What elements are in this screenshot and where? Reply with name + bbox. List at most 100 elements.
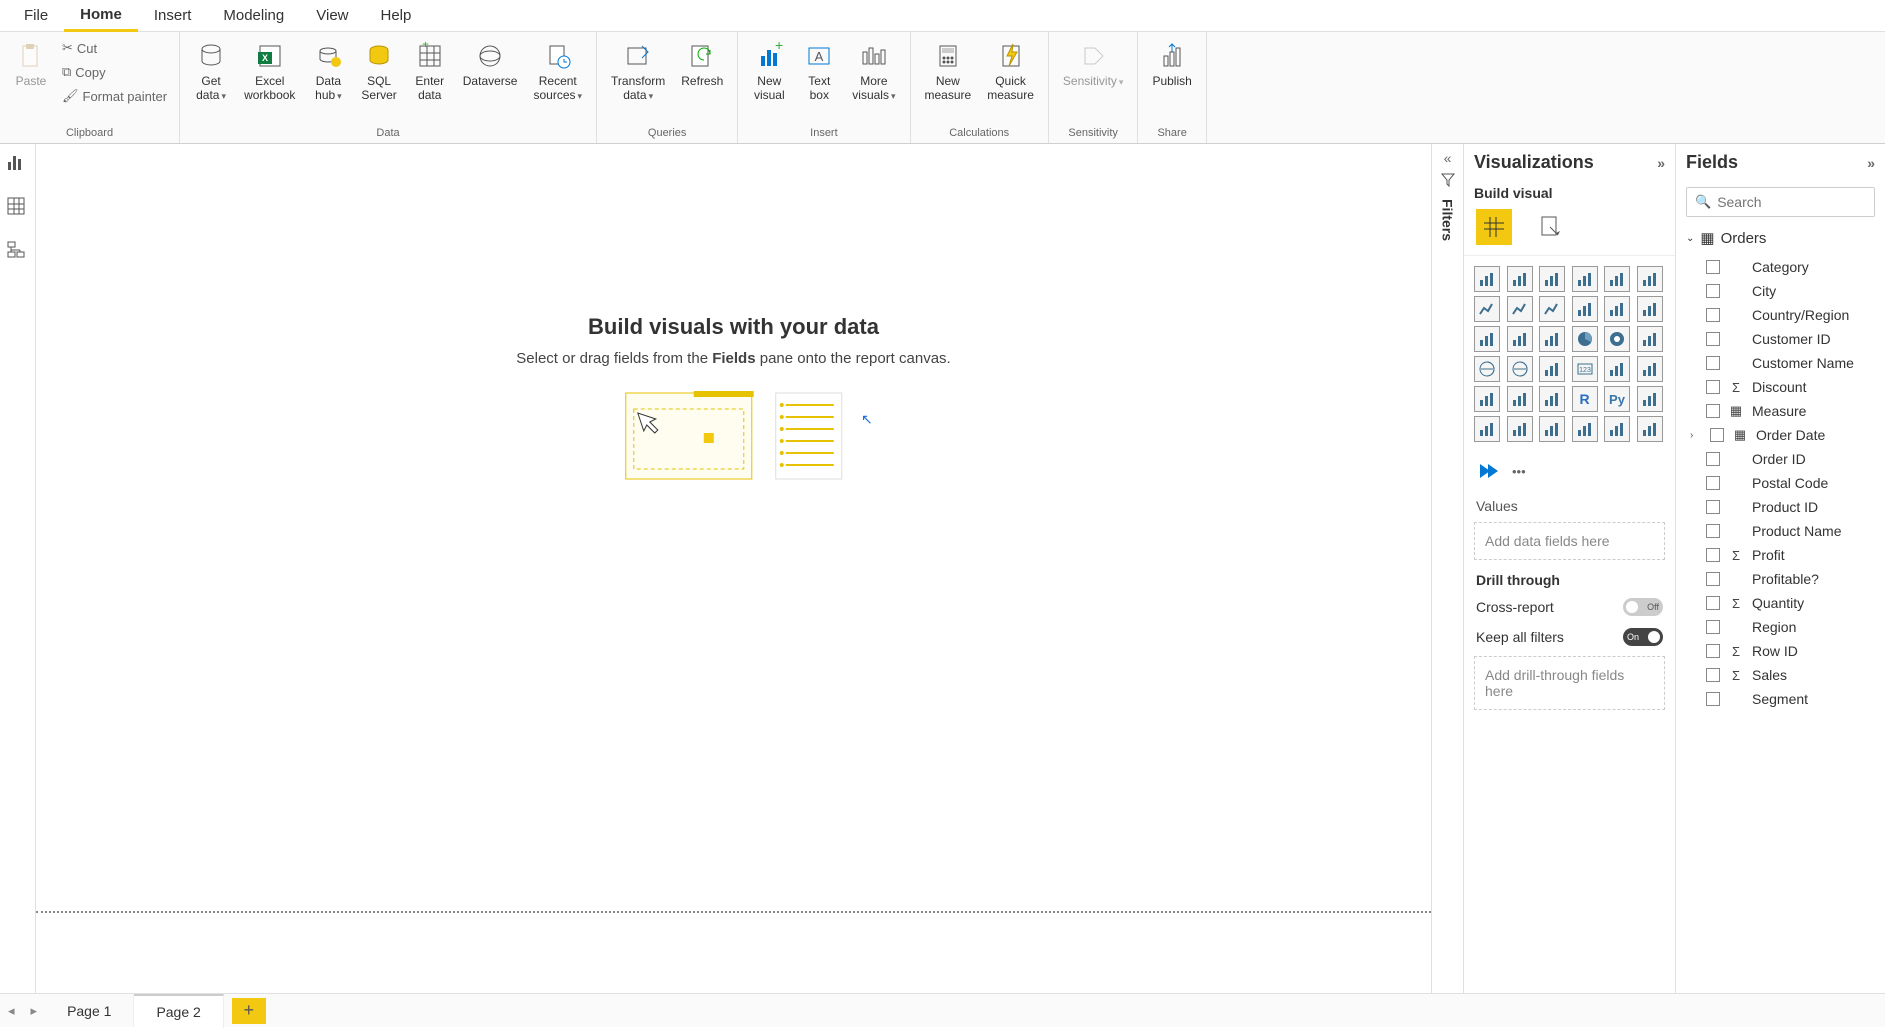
viz-stacked-area-icon[interactable] bbox=[1539, 296, 1565, 322]
menu-home[interactable]: Home bbox=[64, 0, 138, 32]
field-checkbox[interactable] bbox=[1706, 524, 1720, 538]
viz-power-automate-icon[interactable] bbox=[1476, 458, 1502, 484]
field-checkbox[interactable] bbox=[1706, 404, 1720, 418]
table-orders-header[interactable]: ⌄ ▦ Orders bbox=[1676, 223, 1885, 253]
field-checkbox[interactable] bbox=[1706, 332, 1720, 346]
field-checkbox[interactable] bbox=[1710, 428, 1724, 442]
collapse-viz-icon[interactable]: » bbox=[1657, 155, 1665, 171]
field-checkbox[interactable] bbox=[1706, 620, 1720, 634]
viz-map-icon[interactable] bbox=[1474, 356, 1500, 382]
refresh-button[interactable]: Refresh bbox=[673, 36, 731, 92]
get-data-button[interactable]: Get data bbox=[186, 36, 236, 107]
viz-ribbon-icon[interactable] bbox=[1637, 296, 1663, 322]
viz-matrix-icon[interactable] bbox=[1539, 386, 1565, 412]
drillthrough-dropzone[interactable]: Add drill-through fields here bbox=[1474, 656, 1665, 710]
viz-clustered-bar-icon[interactable] bbox=[1539, 266, 1565, 292]
field-checkbox[interactable] bbox=[1706, 356, 1720, 370]
sql-server-button[interactable]: SQL Server bbox=[353, 36, 404, 106]
viz-qna-icon[interactable] bbox=[1507, 416, 1533, 442]
transform-data-button[interactable]: Transform data bbox=[603, 36, 673, 107]
tab-page-2[interactable]: Page 2 bbox=[134, 994, 223, 1028]
viz-donut-icon[interactable] bbox=[1604, 326, 1630, 352]
viz-line-icon[interactable] bbox=[1474, 296, 1500, 322]
viz-area-icon[interactable] bbox=[1507, 296, 1533, 322]
viz-card-icon[interactable]: 123 bbox=[1572, 356, 1598, 382]
viz-100-column-icon[interactable] bbox=[1637, 266, 1663, 292]
field-checkbox[interactable] bbox=[1706, 476, 1720, 490]
viz-clustered-column-icon[interactable] bbox=[1572, 266, 1598, 292]
field-postal-code[interactable]: Postal Code bbox=[1676, 471, 1885, 495]
new-measure-button[interactable]: New measure bbox=[917, 36, 980, 106]
viz-filled-map-icon[interactable] bbox=[1507, 356, 1533, 382]
menu-file[interactable]: File bbox=[8, 1, 64, 30]
expand-filters-icon[interactable]: « bbox=[1444, 150, 1452, 166]
field-product-name[interactable]: Product Name bbox=[1676, 519, 1885, 543]
field-order-date[interactable]: ›▦Order Date bbox=[1676, 423, 1885, 447]
field-region[interactable]: Region bbox=[1676, 615, 1885, 639]
copy-button[interactable]: ⧉Copy bbox=[60, 62, 169, 82]
next-page-icon[interactable]: ▸ bbox=[23, 1003, 46, 1019]
keep-filters-toggle[interactable]: On bbox=[1623, 628, 1663, 646]
viz-waterfall-icon[interactable] bbox=[1474, 326, 1500, 352]
field-customer-name[interactable]: Customer Name bbox=[1676, 351, 1885, 375]
viz-slicer-icon[interactable] bbox=[1474, 386, 1500, 412]
field-city[interactable]: City bbox=[1676, 279, 1885, 303]
quick-measure-button[interactable]: Quick measure bbox=[979, 36, 1042, 106]
field-category[interactable]: Category bbox=[1676, 255, 1885, 279]
viz-py-visual-icon[interactable]: Py bbox=[1604, 386, 1630, 412]
model-view-icon[interactable] bbox=[6, 240, 30, 264]
field-customer-id[interactable]: Customer ID bbox=[1676, 327, 1885, 351]
field-checkbox[interactable] bbox=[1706, 260, 1720, 274]
viz-kpi-icon[interactable] bbox=[1637, 356, 1663, 382]
viz-pie-icon[interactable] bbox=[1572, 326, 1598, 352]
viz-power-automate-icon[interactable] bbox=[1604, 416, 1630, 442]
viz-line-clustered-icon[interactable] bbox=[1604, 296, 1630, 322]
field-product-id[interactable]: Product ID bbox=[1676, 495, 1885, 519]
viz-key-influencers-icon[interactable] bbox=[1637, 386, 1663, 412]
recent-sources-button[interactable]: Recent sources bbox=[525, 36, 590, 107]
viz-decomp-icon[interactable] bbox=[1474, 416, 1500, 442]
viz-r-visual-icon[interactable]: R bbox=[1572, 386, 1598, 412]
fields-search[interactable]: 🔍 bbox=[1686, 187, 1875, 217]
format-visual-tab[interactable] bbox=[1532, 209, 1568, 245]
build-visual-tab[interactable] bbox=[1476, 209, 1512, 245]
report-canvas[interactable]: Build visuals with your data Select or d… bbox=[36, 144, 1431, 993]
viz-arcgis-icon[interactable] bbox=[1539, 356, 1565, 382]
field-segment[interactable]: Segment bbox=[1676, 687, 1885, 711]
field-checkbox[interactable] bbox=[1706, 644, 1720, 658]
menu-insert[interactable]: Insert bbox=[138, 1, 208, 30]
field-measure[interactable]: ▦Measure bbox=[1676, 399, 1885, 423]
field-country-region[interactable]: Country/Region bbox=[1676, 303, 1885, 327]
field-checkbox[interactable] bbox=[1706, 548, 1720, 562]
field-quantity[interactable]: ΣQuantity bbox=[1676, 591, 1885, 615]
field-checkbox[interactable] bbox=[1706, 452, 1720, 466]
field-checkbox[interactable] bbox=[1706, 308, 1720, 322]
collapse-fields-icon[interactable]: » bbox=[1867, 155, 1875, 171]
viz-scatter-icon[interactable] bbox=[1539, 326, 1565, 352]
field-order-id[interactable]: Order ID bbox=[1676, 447, 1885, 471]
field-checkbox[interactable] bbox=[1706, 596, 1720, 610]
field-checkbox[interactable] bbox=[1706, 668, 1720, 682]
viz-paginated-icon[interactable] bbox=[1572, 416, 1598, 442]
menu-modeling[interactable]: Modeling bbox=[207, 1, 300, 30]
excel-workbook-button[interactable]: X Excel workbook bbox=[236, 36, 303, 106]
cut-button[interactable]: ✂Cut bbox=[60, 38, 169, 58]
viz-stacked-column-icon[interactable] bbox=[1507, 266, 1533, 292]
viz-power-apps-icon[interactable] bbox=[1637, 416, 1663, 442]
field-sales[interactable]: ΣSales bbox=[1676, 663, 1885, 687]
menu-help[interactable]: Help bbox=[365, 1, 428, 30]
field-checkbox[interactable] bbox=[1706, 572, 1720, 586]
viz-line-column-icon[interactable] bbox=[1572, 296, 1598, 322]
more-viz-icon[interactable]: ••• bbox=[1512, 464, 1526, 479]
new-visual-button[interactable]: + New visual bbox=[744, 36, 794, 106]
data-hub-button[interactable]: Data hub bbox=[303, 36, 353, 107]
more-visuals-button[interactable]: More visuals bbox=[844, 36, 903, 107]
menu-view[interactable]: View bbox=[300, 1, 364, 30]
enter-data-button[interactable]: + Enter data bbox=[405, 36, 455, 106]
viz-100-bar-icon[interactable] bbox=[1604, 266, 1630, 292]
tab-page-1[interactable]: Page 1 bbox=[45, 995, 134, 1027]
add-page-button[interactable]: + bbox=[232, 998, 266, 1024]
viz-stacked-bar-icon[interactable] bbox=[1474, 266, 1500, 292]
field-checkbox[interactable] bbox=[1706, 284, 1720, 298]
filters-pane-collapsed[interactable]: « Filters bbox=[1431, 144, 1463, 993]
